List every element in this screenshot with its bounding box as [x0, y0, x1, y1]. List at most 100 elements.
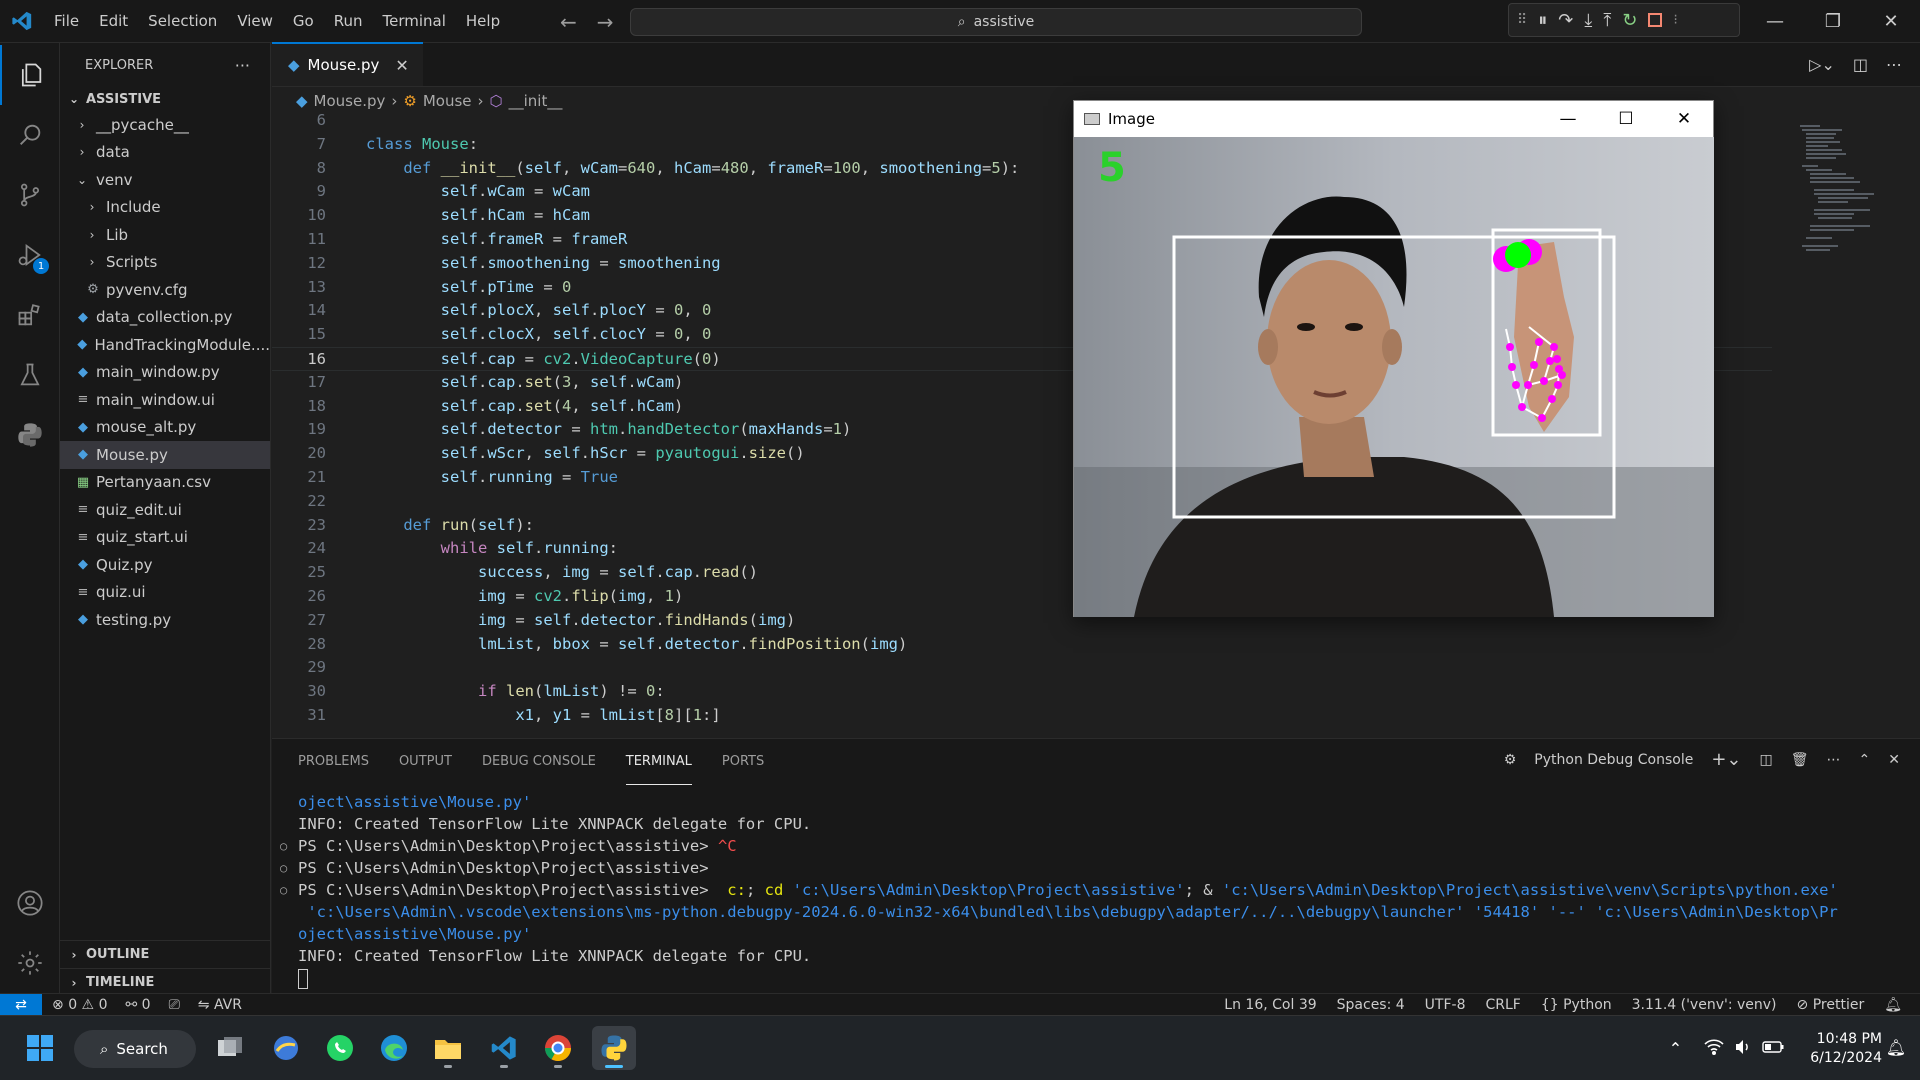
- volume-icon[interactable]: [1734, 1039, 1752, 1059]
- maximize-button[interactable]: ☐: [1597, 101, 1655, 137]
- indentation[interactable]: Spaces: 4: [1337, 997, 1405, 1013]
- search-icon[interactable]: [0, 105, 60, 165]
- tab-output[interactable]: OUTPUT: [399, 739, 452, 785]
- more-actions-icon[interactable]: ⋯: [1886, 55, 1902, 74]
- remote-indicator-icon[interactable]: ⇄: [0, 993, 42, 1016]
- split-editor-icon[interactable]: ◫: [1853, 55, 1868, 74]
- drag-handle-icon[interactable]: ⠿: [1517, 12, 1527, 28]
- testing-icon[interactable]: [0, 345, 60, 405]
- file-item[interactable]: ≡ quiz_start.ui: [60, 524, 270, 552]
- command-decoration-icon[interactable]: ○: [280, 879, 287, 901]
- menu-go[interactable]: Go: [283, 0, 324, 43]
- python-app-icon[interactable]: [592, 1026, 636, 1070]
- explorer-more-button[interactable]: ···: [235, 56, 250, 75]
- more-icon[interactable]: ⁝: [1673, 12, 1677, 28]
- chrome-icon[interactable]: [536, 1026, 580, 1070]
- folder-item[interactable]: › Lib: [60, 221, 270, 249]
- timeline-section[interactable]: › TIMELINE: [60, 968, 271, 996]
- file-item[interactable]: ◆ Mouse.py: [60, 441, 270, 469]
- menu-edit[interactable]: Edit: [89, 0, 138, 43]
- folder-item[interactable]: ⌄ venv: [60, 166, 270, 194]
- debug-status-icon[interactable]: ⎚: [169, 997, 180, 1013]
- step-into-icon[interactable]: ⤓: [1584, 10, 1592, 31]
- maximize-button[interactable]: ❐: [1804, 0, 1862, 43]
- more-actions-icon[interactable]: ⋯: [1827, 752, 1841, 768]
- command-center-search[interactable]: ⌕ assistive: [630, 8, 1362, 36]
- run-python-file-icon[interactable]: ▷⌄: [1809, 55, 1835, 74]
- wifi-icon[interactable]: [1704, 1038, 1724, 1059]
- forward-arrow-icon[interactable]: →: [597, 10, 614, 34]
- step-out-icon[interactable]: ⤒: [1603, 10, 1611, 31]
- back-arrow-icon[interactable]: ←: [560, 10, 577, 34]
- breadcrumb-file[interactable]: Mouse.py: [314, 92, 386, 110]
- new-terminal-icon[interactable]: +⌄: [1711, 749, 1741, 770]
- ports-status[interactable]: ⚯ 0: [125, 997, 150, 1013]
- code-line[interactable]: 32 x2, y2 = lmList[12][1:]: [272, 728, 1772, 732]
- language-mode[interactable]: {} Python: [1541, 997, 1612, 1013]
- menu-run[interactable]: Run: [324, 0, 373, 43]
- code-line[interactable]: 29: [272, 656, 1772, 680]
- file-explorer-icon[interactable]: [426, 1026, 470, 1070]
- close-window-button[interactable]: ✕: [1862, 0, 1920, 43]
- explorer-icon[interactable]: [0, 45, 60, 105]
- menu-help[interactable]: Help: [456, 0, 510, 43]
- terminal-name[interactable]: Python Debug Console: [1534, 752, 1693, 768]
- menu-view[interactable]: View: [227, 0, 283, 43]
- command-decoration-icon[interactable]: ○: [280, 835, 287, 857]
- chevron-up-icon[interactable]: ⌃: [1669, 1039, 1682, 1058]
- file-item[interactable]: ◆ Quiz.py: [60, 551, 270, 579]
- taskbar-search[interactable]: ⌕ Search: [74, 1030, 196, 1068]
- file-item[interactable]: ◆ main_window.py: [60, 359, 270, 387]
- prettier-status[interactable]: ⊘ Prettier: [1797, 997, 1865, 1013]
- pause-icon[interactable]: ⏸: [1538, 10, 1547, 31]
- code-line[interactable]: 30 if len(lmList) != 0:: [272, 680, 1772, 704]
- close-window-button[interactable]: ✕: [1655, 101, 1713, 137]
- menu-terminal[interactable]: Terminal: [373, 0, 456, 43]
- source-control-icon[interactable]: [0, 165, 60, 225]
- folder-item[interactable]: › Scripts: [60, 249, 270, 277]
- clock[interactable]: 10:48 PM 6/12/2024: [1810, 1030, 1882, 1068]
- code-line[interactable]: 28 lmList, bbox = self.detector.findPosi…: [272, 633, 1772, 657]
- file-item[interactable]: ≡ quiz.ui: [60, 579, 270, 607]
- breadcrumb-class[interactable]: Mouse: [423, 92, 472, 110]
- command-decoration-icon[interactable]: ○: [280, 857, 287, 879]
- close-tab-icon[interactable]: ✕: [395, 56, 408, 75]
- folder-item[interactable]: › Include: [60, 194, 270, 222]
- maximize-panel-icon[interactable]: ⌃: [1859, 752, 1871, 768]
- encoding[interactable]: UTF-8: [1425, 997, 1466, 1013]
- notification-bell-icon[interactable]: 🔔︎: [1886, 1038, 1906, 1057]
- minimap[interactable]: [1790, 115, 1920, 315]
- extensions-icon[interactable]: [0, 285, 60, 345]
- tab-ports[interactable]: PORTS: [722, 739, 764, 785]
- opencv-image-window[interactable]: Image — ☐ ✕ 5: [1073, 100, 1714, 617]
- start-button[interactable]: [18, 1026, 62, 1070]
- settings-gear-icon[interactable]: [0, 933, 60, 993]
- image-window-titlebar[interactable]: Image — ☐ ✕: [1074, 101, 1713, 137]
- problems-status[interactable]: ⊗ 0 ⚠ 0: [52, 997, 107, 1013]
- avr-status[interactable]: ⇋ AVR: [198, 997, 242, 1013]
- edge-browser-icon[interactable]: [372, 1026, 416, 1070]
- file-item[interactable]: ◆ data_collection.py: [60, 304, 270, 332]
- trash-icon[interactable]: 🗑: [1791, 752, 1809, 768]
- task-view-icon[interactable]: [208, 1026, 252, 1070]
- file-item[interactable]: ◆ testing.py: [60, 606, 270, 634]
- notifications-bell-icon[interactable]: 🔔︎: [1884, 997, 1902, 1013]
- vscode-taskbar-icon[interactable]: [482, 1026, 526, 1070]
- close-panel-icon[interactable]: ✕: [1888, 752, 1900, 768]
- run-debug-icon[interactable]: 1: [0, 225, 60, 285]
- step-over-icon[interactable]: ↷: [1558, 10, 1573, 31]
- terminal-prompt[interactable]: [272, 967, 1912, 989]
- file-item[interactable]: ≡ main_window.ui: [60, 386, 270, 414]
- split-terminal-icon[interactable]: ◫: [1760, 752, 1773, 768]
- stop-icon[interactable]: [1648, 13, 1663, 27]
- tab-problems[interactable]: PROBLEMS: [298, 739, 369, 785]
- tab-debug-console[interactable]: DEBUG CONSOLE: [482, 739, 596, 785]
- file-item[interactable]: ⚙ pyvenv.cfg: [60, 276, 270, 304]
- code-line[interactable]: 31 x1, y1 = lmList[8][1:]: [272, 704, 1772, 728]
- file-item[interactable]: ◆ HandTrackingModule....: [60, 331, 270, 359]
- tab-mouse-py[interactable]: ◆ Mouse.py ✕: [272, 42, 423, 86]
- whatsapp-icon[interactable]: [318, 1026, 362, 1070]
- cursor-position[interactable]: Ln 16, Col 39: [1224, 997, 1316, 1013]
- minimize-button[interactable]: —: [1539, 101, 1597, 137]
- folder-item[interactable]: › __pycache__: [60, 111, 270, 139]
